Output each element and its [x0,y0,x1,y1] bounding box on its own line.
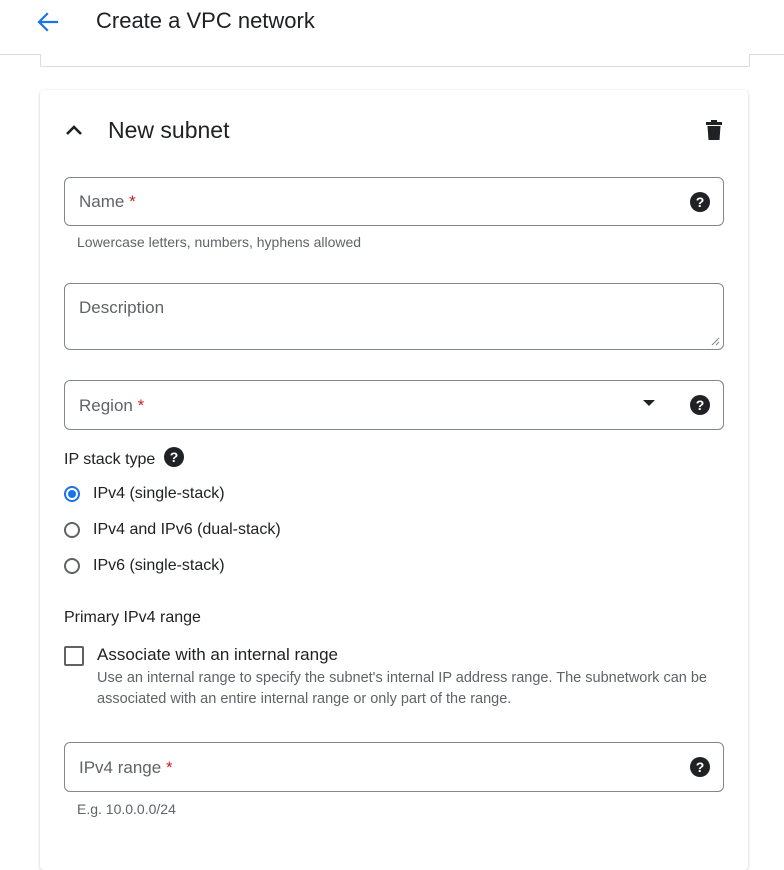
associate-internal-range-description: Use an internal range to specify the sub… [97,670,707,707]
arrow-back-icon [37,12,59,32]
ip-stack-type-label: IP stack type ? [64,447,184,473]
name-field[interactable]: Name * ? [64,177,724,226]
page-title: Create a VPC network [96,8,315,33]
required-mark: * [165,758,173,777]
previous-card-edge [40,54,750,67]
radio-dual-stack[interactable]: IPv4 and IPv6 (dual-stack) [64,518,281,542]
radio-button[interactable] [64,558,80,574]
ipv4-range-field[interactable]: IPv4 range * ? [64,742,724,792]
name-hint: Lowercase letters, numbers, hyphens allo… [77,234,362,250]
help-icon[interactable]: ? [163,447,184,473]
region-label: Region [79,396,133,415]
radio-label: IPv4 (single-stack) [93,485,225,502]
associate-internal-range-label[interactable]: Associate with an internal range [97,645,338,665]
ipv4-range-label: IPv4 range [79,758,162,777]
help-icon[interactable]: ? [689,394,711,416]
delete-icon [706,120,722,140]
radio-label: IPv4 and IPv6 (dual-stack) [93,521,281,538]
top-app-bar: Create a VPC network [0,0,784,55]
svg-text:?: ? [696,759,705,775]
required-mark: * [137,396,145,415]
radio-ipv6-single[interactable]: IPv6 (single-stack) [64,554,225,578]
radio-button-checked[interactable] [64,486,80,502]
delete-subnet-button[interactable] [702,118,726,142]
radio-label: IPv6 (single-stack) [93,557,225,574]
back-button[interactable] [32,8,64,36]
svg-text:?: ? [169,449,178,465]
region-select[interactable]: Region * ? [64,380,724,430]
associate-internal-range-checkbox[interactable] [64,646,84,666]
help-icon[interactable]: ? [689,191,711,213]
description-field[interactable]: Description [64,283,724,350]
name-label: Name [79,192,125,211]
radio-ipv4-single[interactable]: IPv4 (single-stack) [64,482,225,506]
primary-ipv4-range-heading: Primary IPv4 range [64,609,201,626]
ipv4-range-hint: E.g. 10.0.0.0/24 [77,801,176,817]
help-icon[interactable]: ? [689,756,711,778]
svg-text:?: ? [696,397,705,413]
description-label: Description [79,298,165,317]
svg-text:?: ? [696,194,705,210]
chevron-up-icon [66,125,82,135]
resize-grip-icon[interactable] [711,337,720,346]
required-mark: * [129,192,136,211]
dropdown-arrow-icon[interactable] [643,400,655,406]
radio-button[interactable] [64,522,80,538]
subnet-title: New subnet [108,117,230,143]
subnet-card: New subnet Name * ? Lowercase letters, n… [40,90,748,870]
collapse-button[interactable] [62,118,86,142]
